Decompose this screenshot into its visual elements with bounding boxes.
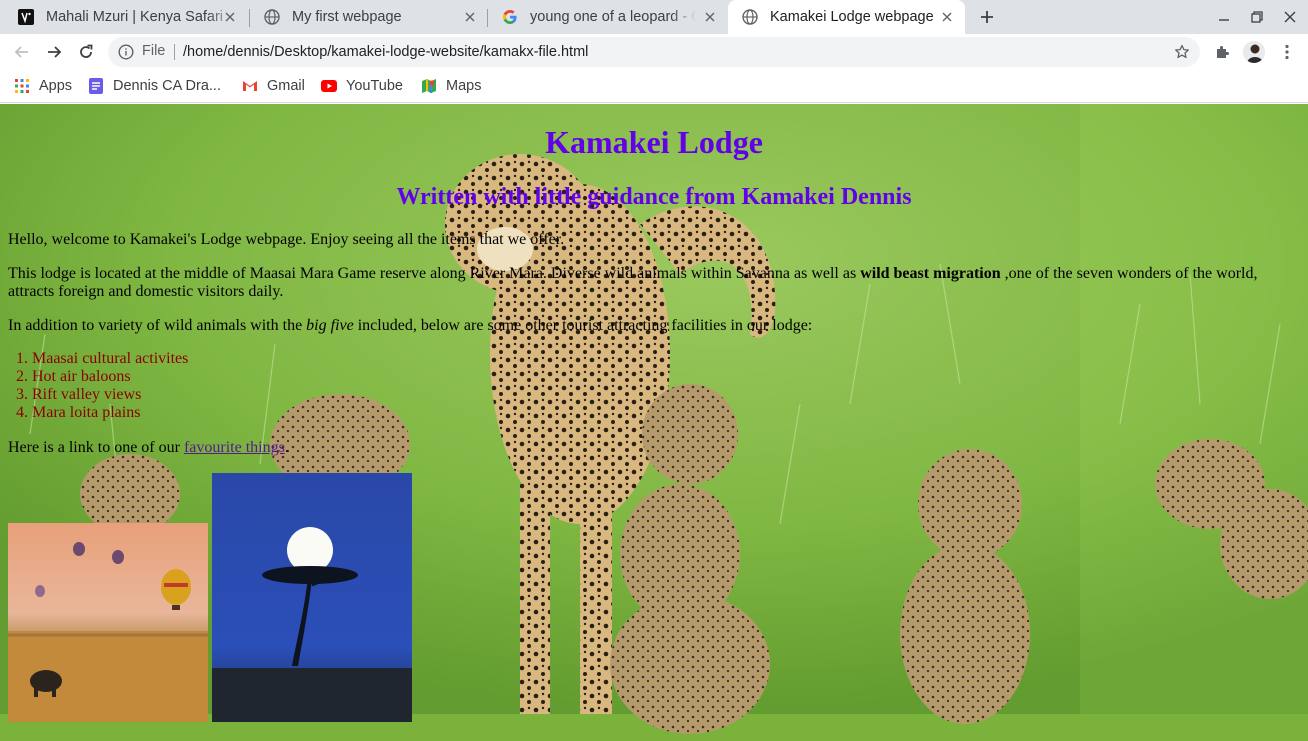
extensions-button[interactable] [1211,41,1233,63]
globe-icon [264,9,280,25]
facilities-list: 1. Maasai cultural activites 2. Hot air ba… [8,350,188,422]
link-end-text: . [284,439,289,456]
tab-strip: Mahali Mzuri | Kenya Safari My first web… [0,0,1308,34]
back-button[interactable] [8,38,36,66]
url-input[interactable] [183,42,1143,62]
puzzle-icon [1217,46,1229,58]
close-icon[interactable] [222,9,238,25]
list-number: 4. [16,404,28,421]
favourite-link-paragraph: Here is a link to one of our favourite t… [8,439,1298,457]
bookmark-apps[interactable]: Apps [14,76,72,96]
page-title: Kamakei Lodge [545,124,763,160]
list-number: 3. [16,386,28,403]
restore-button[interactable] [1246,6,1268,28]
restore-icon [1251,11,1263,23]
bookmark-label: YouTube [346,78,403,94]
bookmark-label: Gmail [267,78,305,94]
list-item-text: Maasai cultural activites [32,350,189,367]
back-arrow-icon [14,46,28,58]
apps-grid-icon [14,78,30,94]
big-five-italic: big five [306,317,354,334]
facilities-intro-paragraph: In addition to variety of wild animals w… [8,317,1298,335]
minimize-button[interactable] [1213,6,1235,28]
list-item-text: Rift valley views [32,386,142,403]
kebab-menu-icon [1285,44,1289,60]
list-item-text: Hot air baloons [32,368,131,385]
bookmark-dennis-ca[interactable]: Dennis CA Dra... [88,76,221,96]
forward-arrow-icon [48,46,62,58]
address-bar[interactable]: File [108,37,1200,67]
address-divider [174,44,175,60]
maps-icon [421,78,437,94]
globe-icon [742,9,758,25]
close-icon[interactable] [939,9,955,25]
new-tab-button[interactable] [976,6,998,28]
moon-acacia-photo [212,473,412,722]
url-scheme-label: File [142,43,166,59]
bookmark-label: Apps [39,78,73,94]
bookmark-label: Dennis CA Dra... [113,78,221,94]
location-text: This lodge is located at the middle of M… [8,265,861,282]
gmail-icon [242,78,258,94]
tab-title: My first webpage [292,9,402,25]
hot-air-balloon-photo [8,523,208,722]
location-paragraph: This lodge is located at the middle of M… [8,265,1298,301]
virgin-favicon [18,9,34,25]
docs-icon [88,78,104,94]
page-viewport: Kamakei Lodge Written with little guidan… [0,104,1308,741]
list-number: 2. [16,368,28,385]
tab-mahali-mzuri[interactable]: Mahali Mzuri | Kenya Safari [4,0,248,34]
profile-avatar[interactable] [1243,41,1265,63]
bookmark-label: Maps [446,78,482,94]
link-intro-text: Here is a link to one of our [8,439,184,456]
google-icon [502,9,518,25]
tab-google-search[interactable]: young one of a leopard - Google Search [488,0,728,34]
list-item: 3. Rift valley views [8,386,188,404]
close-icon [1284,11,1296,23]
bookmarks-bar: Apps Dennis CA Dra... Gmail YouTube Maps [0,70,1308,103]
bookmark-maps[interactable]: Maps [421,76,481,96]
list-item: 1. Maasai cultural activites [8,350,188,368]
close-icon[interactable] [462,9,478,25]
reload-icon [80,44,93,58]
tab-my-first-webpage[interactable]: My first webpage [250,0,488,34]
close-icon[interactable] [702,9,718,25]
browser-menu-button[interactable] [1276,41,1298,63]
tab-title: Kamakei Lodge webpage [770,9,934,25]
tab-title: young one of a leopard - Google Search [530,9,696,25]
bookmark-star-icon[interactable] [1172,42,1192,62]
facilities-intro-text-end: included, below are some other tourist a… [353,317,813,334]
plus-icon [981,11,993,23]
list-item: 2. Hot air baloons [8,368,188,386]
favourite-things-link[interactable]: favourite things [184,439,285,456]
page-content: Kamakei Lodge Written with little guidan… [0,104,1308,741]
tab-kamakei-lodge[interactable]: Kamakei Lodge webpage [728,0,965,34]
info-icon[interactable] [118,44,134,60]
close-window-button[interactable] [1279,6,1301,28]
bookmark-youtube[interactable]: YouTube [321,76,403,96]
youtube-icon [321,78,337,94]
browser-toolbar: File [0,34,1308,70]
page-subtitle: Written with little guidance from Kamake… [396,184,912,210]
reload-button[interactable] [72,38,100,66]
list-item-text: Mara loita plains [32,404,141,421]
forward-button[interactable] [40,38,68,66]
tab-title: Mahali Mzuri | Kenya Safari [46,9,224,25]
facilities-intro-text: In addition to variety of wild animals w… [8,317,307,334]
intro-paragraph: Hello, welcome to Kamakei's Lodge webpag… [8,231,565,248]
wild-beast-migration-bold: wild beast migration [860,265,1001,282]
list-item: 4. Mara loita plains [8,404,188,422]
bookmark-gmail[interactable]: Gmail [242,76,305,96]
list-number: 1. [16,350,28,367]
minimize-icon [1219,19,1229,21]
